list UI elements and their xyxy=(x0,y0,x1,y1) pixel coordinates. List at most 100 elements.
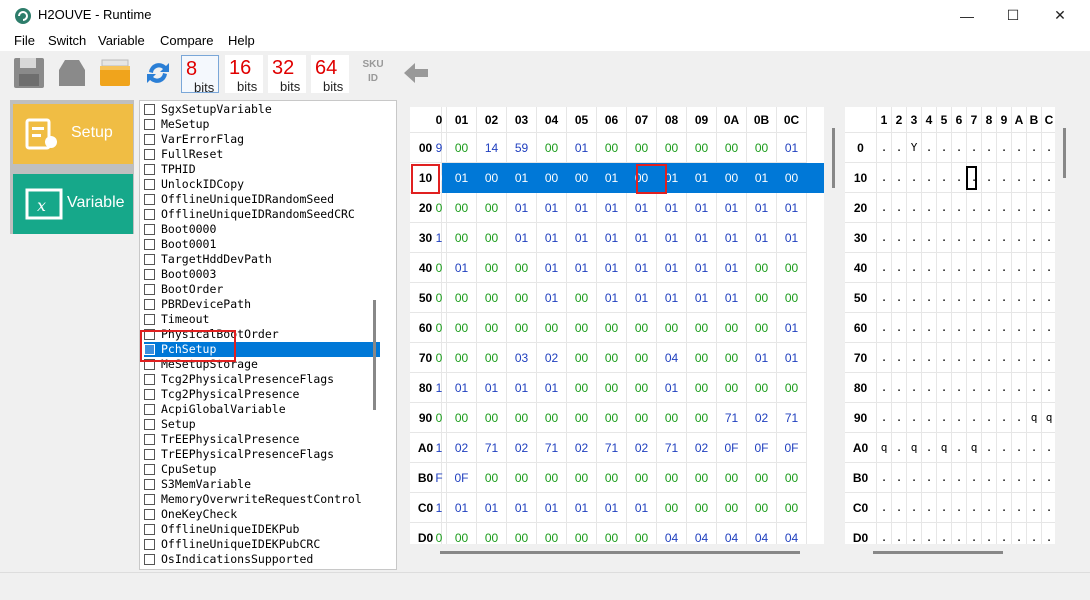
variable-item[interactable]: TPHID xyxy=(144,162,380,177)
variable-item[interactable]: Boot0001 xyxy=(144,237,380,252)
variable-item[interactable]: BootOrder xyxy=(144,282,380,297)
hex-cell[interactable]: 00 xyxy=(477,253,507,283)
hex-cell[interactable]: 00 xyxy=(777,493,807,523)
ascii-cell[interactable]: . xyxy=(892,403,907,433)
hex-cell[interactable]: 1 xyxy=(432,373,447,403)
variable-checkbox[interactable] xyxy=(144,179,155,190)
hex-cell[interactable]: 01 xyxy=(717,193,747,223)
ascii-cell[interactable]: . xyxy=(937,493,952,523)
disk-icon[interactable] xyxy=(55,56,89,90)
hex-cell[interactable]: 01 xyxy=(777,133,807,163)
variable-item[interactable]: TrEEPhysicalPresenceFlags xyxy=(144,447,380,462)
ascii-cell[interactable]: . xyxy=(1027,223,1042,253)
hex-cell[interactable]: 01 xyxy=(507,493,537,523)
bits-32-button[interactable]: 32 bits xyxy=(268,55,306,94)
hex-cell[interactable]: 0 xyxy=(432,313,447,343)
variable-checkbox[interactable] xyxy=(144,524,155,535)
ascii-cell[interactable]: . xyxy=(892,283,907,313)
variable-nav-button[interactable]: x Variable xyxy=(13,174,133,234)
hex-cell[interactable]: 01 xyxy=(477,493,507,523)
hex-cell[interactable]: 00 xyxy=(477,343,507,373)
ascii-cell[interactable]: . xyxy=(922,343,937,373)
ascii-cell[interactable]: . xyxy=(1012,373,1027,403)
bits-64-button[interactable]: 64 bits xyxy=(311,55,349,94)
variable-checkbox[interactable] xyxy=(144,194,155,205)
hex-cell[interactable]: 02 xyxy=(447,433,477,463)
hex-cell[interactable]: 01 xyxy=(747,223,777,253)
hex-cell[interactable]: 00 xyxy=(687,313,717,343)
hex-cell[interactable]: 00 xyxy=(687,133,717,163)
ascii-cell[interactable]: . xyxy=(1012,223,1027,253)
ascii-cell[interactable]: . xyxy=(892,193,907,223)
ascii-cell[interactable]: . xyxy=(982,523,997,544)
hex-cell[interactable]: 01 xyxy=(747,343,777,373)
ascii-cell[interactable]: . xyxy=(922,253,937,283)
ascii-cell[interactable]: . xyxy=(937,133,952,163)
ascii-cell[interactable]: . xyxy=(997,163,1012,193)
ascii-cell[interactable]: q xyxy=(967,433,982,463)
ascii-cell[interactable]: . xyxy=(982,193,997,223)
ascii-cell[interactable]: . xyxy=(952,403,967,433)
hex-cell[interactable]: 00 xyxy=(567,163,597,193)
hex-cell[interactable]: 00 xyxy=(747,253,777,283)
ascii-cell[interactable]: . xyxy=(982,133,997,163)
hex-cell[interactable]: 00 xyxy=(477,523,507,544)
hex-cell[interactable]: 1 xyxy=(432,223,447,253)
ascii-cell[interactable]: . xyxy=(922,313,937,343)
hex-cell[interactable]: 01 xyxy=(537,193,567,223)
ascii-cell[interactable]: . xyxy=(997,463,1012,493)
ascii-cell[interactable]: . xyxy=(952,493,967,523)
ascii-cell[interactable]: . xyxy=(937,373,952,403)
variable-item[interactable]: Tcg2PhysicalPresence xyxy=(144,387,380,402)
hex-cell[interactable]: 00 xyxy=(447,223,477,253)
variable-checkbox[interactable] xyxy=(144,254,155,265)
hex-cell[interactable]: 01 xyxy=(567,493,597,523)
refresh-icon[interactable] xyxy=(141,56,175,90)
ascii-cell[interactable]: . xyxy=(1027,373,1042,403)
hex-cell[interactable]: 00 xyxy=(447,523,477,544)
ascii-cell[interactable]: . xyxy=(922,163,937,193)
ascii-cell[interactable]: . xyxy=(937,193,952,223)
ascii-horizontal-scrollbar[interactable] xyxy=(873,551,1003,554)
hex-cell[interactable]: 0 xyxy=(432,283,447,313)
ascii-cell[interactable]: . xyxy=(952,133,967,163)
ascii-cell[interactable]: . xyxy=(892,253,907,283)
hex-cell[interactable]: 71 xyxy=(537,433,567,463)
hex-cell[interactable]: 01 xyxy=(597,163,627,193)
ascii-cell[interactable]: . xyxy=(982,373,997,403)
hex-cell[interactable]: 00 xyxy=(597,523,627,544)
variable-list-scrollbar[interactable] xyxy=(373,300,376,410)
hex-cell[interactable]: 0F xyxy=(447,463,477,493)
hex-cell[interactable]: 00 xyxy=(447,343,477,373)
ascii-cell[interactable]: . xyxy=(937,343,952,373)
variable-checkbox[interactable] xyxy=(144,104,155,115)
ascii-cell[interactable]: q xyxy=(937,433,952,463)
hex-cell[interactable]: 0F xyxy=(777,433,807,463)
hex-cell[interactable]: 01 xyxy=(567,193,597,223)
ascii-cell[interactable]: . xyxy=(967,313,982,343)
ascii-vertical-scrollbar[interactable] xyxy=(1063,128,1066,178)
ascii-cell[interactable]: . xyxy=(982,493,997,523)
hex-cell[interactable]: 04 xyxy=(747,523,777,544)
hex-cell[interactable]: 01 xyxy=(687,163,717,193)
ascii-cell[interactable]: . xyxy=(877,343,892,373)
hex-cell[interactable]: 01 xyxy=(687,283,717,313)
variable-item[interactable]: S3MemVariable xyxy=(144,477,380,492)
variable-item[interactable]: OfflineUniqueIDRandomSeed xyxy=(144,192,380,207)
ascii-cell[interactable]: . xyxy=(922,283,937,313)
hex-cell[interactable]: 00 xyxy=(597,373,627,403)
variable-item[interactable]: Timeout xyxy=(144,312,380,327)
ascii-cell[interactable]: Y xyxy=(907,133,922,163)
back-arrow-icon[interactable] xyxy=(402,60,430,86)
variable-item[interactable]: Tcg2PhysicalPresenceFlags xyxy=(144,372,380,387)
hex-cell[interactable]: 00 xyxy=(567,373,597,403)
hex-cell[interactable]: 01 xyxy=(777,193,807,223)
ascii-cell[interactable]: . xyxy=(1042,133,1055,163)
ascii-cell[interactable]: . xyxy=(907,163,922,193)
ascii-cell[interactable]: . xyxy=(952,163,967,193)
hex-cell[interactable]: 71 xyxy=(717,403,747,433)
variable-checkbox[interactable] xyxy=(144,554,155,565)
ascii-cell[interactable]: . xyxy=(937,283,952,313)
ascii-cell[interactable]: . xyxy=(907,223,922,253)
ascii-cell[interactable]: . xyxy=(907,463,922,493)
